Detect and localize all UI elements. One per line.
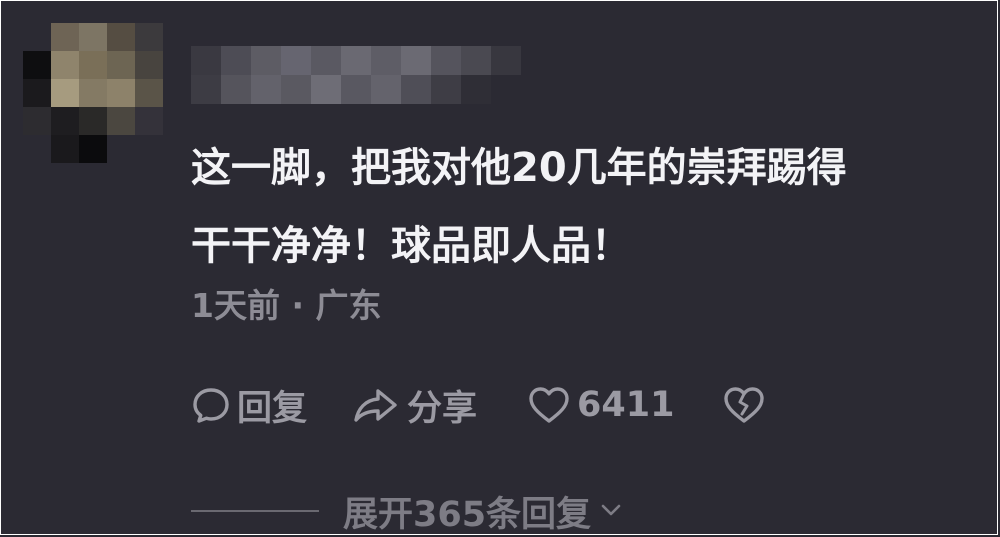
divider-line <box>191 510 319 512</box>
comment-line-1: 这一脚，把我对他20几年的崇拜踢得 <box>191 145 847 191</box>
expand-replies-label: 展开365条回复 <box>343 494 592 535</box>
reply-label: 回复 <box>237 388 308 429</box>
expand-replies[interactable]: 展开365条回复 <box>191 488 623 535</box>
timestamp: 1天前 <box>191 286 280 325</box>
location: 广东 <box>315 286 382 325</box>
speech-bubble-icon <box>191 385 231 425</box>
like-button[interactable]: 6411 <box>527 385 674 425</box>
comment-text: 这一脚，把我对他20几年的崇拜踢得 干干净净！球品即人品！ <box>191 129 951 285</box>
comment-line-2: 干干净净！球品即人品！ <box>191 223 631 269</box>
share-button[interactable]: 分享 <box>351 380 477 431</box>
share-label: 分享 <box>407 388 478 429</box>
chevron-down-icon <box>599 491 623 531</box>
broken-heart-icon <box>722 385 766 425</box>
dislike-button[interactable] <box>722 385 766 425</box>
meta-separator: · <box>279 286 316 325</box>
like-count: 6411 <box>577 385 675 425</box>
share-arrow-icon <box>351 385 401 425</box>
comment-actions: 回复 分享 6411 <box>191 379 766 431</box>
heart-icon <box>527 385 571 425</box>
comment-card: 这一脚，把我对他20几年的崇拜踢得 干干净净！球品即人品！ 1天前 · 广东 回… <box>0 0 998 535</box>
username-blurred[interactable] <box>191 46 521 104</box>
reply-button[interactable]: 回复 <box>191 380 307 431</box>
avatar[interactable] <box>23 23 163 163</box>
comment-meta: 1天前 · 广东 <box>191 279 381 327</box>
